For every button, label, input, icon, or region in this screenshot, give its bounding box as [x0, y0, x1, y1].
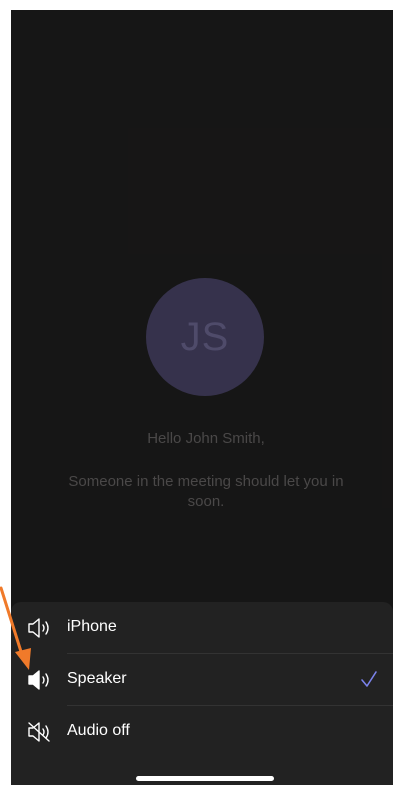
- lobby-message: Someone in the meeting should let you in…: [68, 473, 344, 510]
- home-indicator[interactable]: [136, 776, 274, 781]
- speaker-muted-icon: [27, 721, 51, 743]
- avatar-initials: JS: [180, 314, 230, 359]
- audio-option-audio-off[interactable]: Audio off: [11, 706, 393, 758]
- meeting-lobby-screen: JS Hello John Smith, Someone in the meet…: [11, 10, 393, 785]
- audio-option-label: Audio off: [67, 722, 130, 739]
- checkmark-icon: [359, 667, 379, 691]
- audio-options-sheet: iPhone Speaker Audio off: [11, 602, 393, 785]
- greeting-text: Hello John Smith,: [147, 430, 265, 447]
- audio-option-speaker[interactable]: Speaker: [11, 654, 393, 706]
- avatar: JS: [146, 278, 264, 396]
- audio-option-label: iPhone: [67, 618, 117, 635]
- annotation-arrow-icon: [0, 586, 31, 670]
- audio-option-iphone[interactable]: iPhone: [11, 602, 393, 654]
- audio-option-label: Speaker: [67, 670, 127, 687]
